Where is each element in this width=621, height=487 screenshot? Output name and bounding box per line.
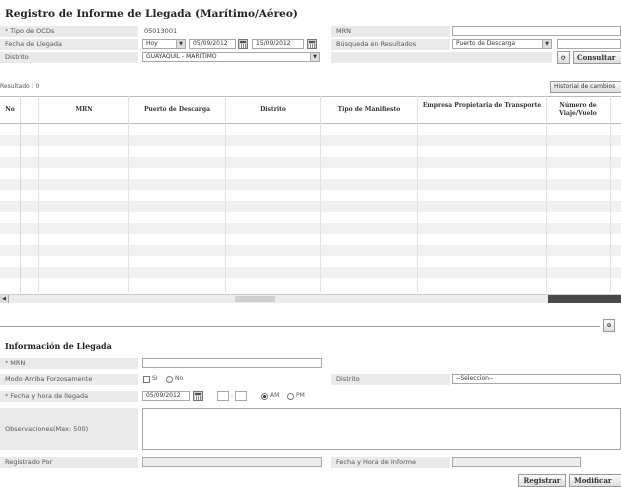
calendar-icon[interactable] bbox=[238, 39, 248, 49]
si-checkbox[interactable] bbox=[143, 376, 150, 383]
table-row bbox=[0, 223, 621, 234]
scroll-left-arrow[interactable]: ◀ bbox=[0, 295, 9, 303]
fecha-preset-select[interactable]: Hoy ▼ bbox=[142, 39, 186, 49]
modificar-button[interactable]: Modificar bbox=[569, 474, 621, 487]
horizontal-scrollbar[interactable]: ◀ bbox=[0, 294, 621, 303]
si-label: SI bbox=[152, 375, 158, 382]
refresh-button[interactable]: ⟳ bbox=[557, 51, 570, 64]
registrado-label: Registrado Por bbox=[0, 457, 138, 468]
table-row bbox=[0, 245, 621, 256]
column-header-tipo: Tipo de Manifiesto bbox=[337, 106, 401, 113]
column-divider bbox=[417, 96, 418, 292]
tipo-ocd-label: * Tipo de OCDs bbox=[0, 26, 138, 37]
fecha-hasta-input[interactable]: 15/09/2012 bbox=[252, 39, 304, 49]
busqueda-select[interactable]: Puerto de Descarga ▼ bbox=[452, 39, 552, 49]
section-divider bbox=[0, 326, 600, 327]
info-section-title: Información de Llegada bbox=[5, 341, 112, 351]
column-divider bbox=[128, 96, 129, 292]
chevron-down-icon: ▼ bbox=[310, 53, 319, 61]
column-header-puerto: Puerto de Descarga bbox=[144, 106, 210, 113]
column-divider bbox=[610, 96, 611, 292]
consult-button[interactable]: Consultar bbox=[573, 51, 621, 64]
table-header: No MRN Puerto de Descarga Distrito Tipo … bbox=[0, 96, 621, 124]
pm-label: PM bbox=[296, 392, 305, 399]
search-form: * Tipo de OCDs 05013001 MRN Fecha de Lleg… bbox=[0, 24, 621, 74]
page-title: Registro de Informe de Llegada (Marítimo… bbox=[5, 8, 298, 20]
fecha-hora-label: * Fecha y hora de llegada bbox=[0, 391, 138, 402]
mrn-label: * MRN bbox=[0, 358, 138, 369]
table-row bbox=[0, 157, 621, 168]
column-divider bbox=[320, 96, 321, 292]
fecha-desde-input[interactable]: 05/09/2012 bbox=[189, 39, 236, 49]
distrito-label: Distrito bbox=[331, 374, 450, 385]
observaciones-textarea[interactable] bbox=[142, 408, 621, 450]
mrn-search-input[interactable] bbox=[452, 26, 621, 36]
chevron-down-icon: ▼ bbox=[176, 40, 185, 48]
column-divider bbox=[20, 96, 21, 292]
fecha-llegada-label: Fecha de Llegada bbox=[0, 39, 138, 50]
column-header-empresa: Empresa Propietaria de Transporte bbox=[422, 102, 542, 109]
registrado-input bbox=[142, 457, 322, 467]
distrito-search-label: Distrito bbox=[0, 52, 138, 63]
historial-button[interactable]: Historial de cambios bbox=[550, 81, 621, 93]
collapse-button[interactable]: ⊙ bbox=[603, 319, 615, 332]
modo-label: Modo Arriba Forzosamente bbox=[0, 374, 138, 385]
mrn-input[interactable] bbox=[142, 358, 322, 368]
distrito-search-select[interactable]: GUAYAQUIL - MARITIMO ▼ bbox=[142, 52, 320, 62]
hour-input[interactable] bbox=[217, 391, 229, 401]
calendar-icon[interactable] bbox=[307, 39, 317, 49]
fecha-row-filler bbox=[331, 391, 621, 402]
no-radio[interactable] bbox=[166, 376, 173, 383]
time-separator: : bbox=[231, 392, 234, 399]
info-form: * MRN Modo Arriba Forzosamente SI No Dist… bbox=[0, 356, 621, 471]
busqueda-label: Búsqueda en Resultados bbox=[331, 39, 450, 50]
registrar-button[interactable]: Registrar bbox=[518, 474, 566, 487]
observaciones-label: Observaciones(Max: 500) bbox=[0, 408, 138, 450]
pm-radio[interactable] bbox=[287, 393, 294, 400]
fecha-llegada-input[interactable]: 05/09/2012 bbox=[142, 391, 190, 401]
table-row bbox=[0, 135, 621, 146]
results-count: Resultado : 0 bbox=[0, 83, 40, 90]
scrollbar-thumb[interactable] bbox=[235, 296, 275, 302]
am-label: AM bbox=[270, 392, 280, 399]
busqueda-input[interactable] bbox=[557, 39, 621, 49]
mrn-search-label: MRN bbox=[331, 26, 450, 37]
am-radio[interactable] bbox=[261, 393, 268, 400]
column-header-distrito: Distrito bbox=[260, 106, 286, 113]
table-row bbox=[0, 267, 621, 278]
chevron-down-icon: ▼ bbox=[542, 40, 551, 48]
column-divider bbox=[38, 96, 39, 292]
column-divider bbox=[225, 96, 226, 292]
distrito-select[interactable]: --Seleccion-- bbox=[452, 374, 621, 384]
table-row bbox=[0, 201, 621, 212]
fecha-informe-label: Fecha y Hora de Informe bbox=[331, 457, 450, 468]
column-header-no: No bbox=[5, 106, 15, 113]
table-row bbox=[0, 179, 621, 190]
column-divider bbox=[546, 96, 547, 292]
minute-input[interactable] bbox=[235, 391, 247, 401]
search-row3-filler bbox=[331, 52, 552, 63]
fecha-informe-input bbox=[452, 457, 581, 467]
column-header-viaje: Número de Viaje/Vuelo bbox=[559, 102, 597, 117]
calendar-icon[interactable] bbox=[193, 391, 203, 401]
no-label: No bbox=[175, 375, 184, 382]
scrollbar-track-dark bbox=[548, 295, 621, 303]
results-table: No MRN Puerto de Descarga Distrito Tipo … bbox=[0, 96, 621, 304]
mrn-row-filler bbox=[331, 358, 621, 369]
tipo-ocd-value: 05013001 bbox=[144, 27, 178, 35]
column-header-mrn: MRN bbox=[75, 106, 93, 113]
